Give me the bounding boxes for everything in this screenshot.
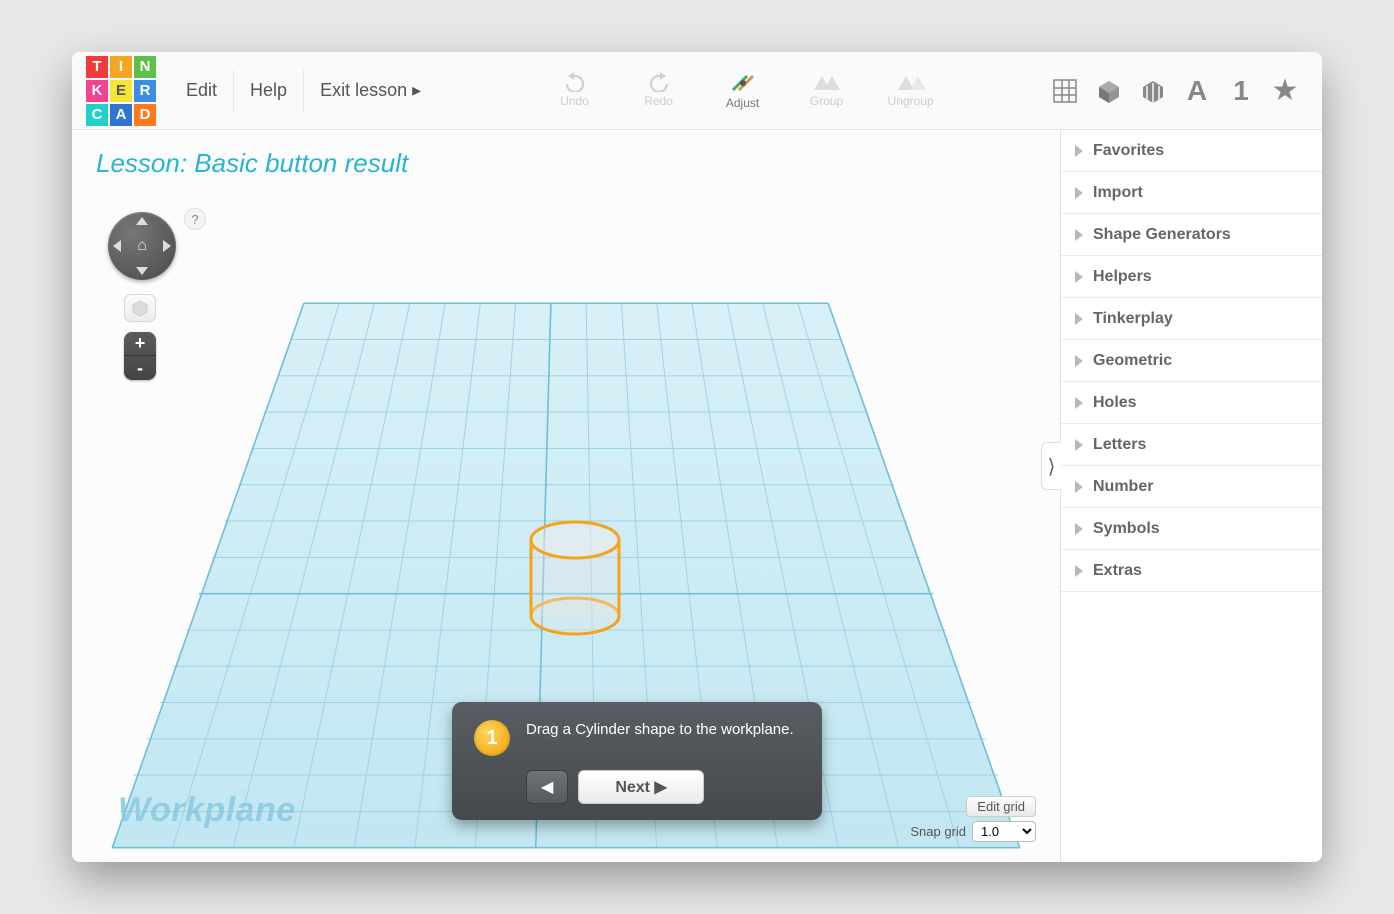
cat-label: Shape Generators bbox=[1093, 226, 1231, 244]
tab-box-icon[interactable] bbox=[1092, 74, 1126, 108]
tool-label: Undo bbox=[560, 94, 589, 108]
next-step-button[interactable]: Next ▶ bbox=[578, 770, 703, 804]
redo-button[interactable]: Redo bbox=[632, 72, 686, 108]
menu-exit-lesson[interactable]: Exit lesson ▸ bbox=[304, 70, 437, 111]
chevron-right-icon bbox=[1075, 439, 1083, 451]
tool-label: Group bbox=[810, 94, 843, 108]
lesson-instruction: Drag a Cylinder shape to the workplane. bbox=[526, 720, 794, 740]
cat-import[interactable]: Import bbox=[1061, 172, 1322, 214]
chevron-right-icon bbox=[1075, 145, 1083, 157]
menu-edit[interactable]: Edit bbox=[170, 70, 234, 111]
adjust-button[interactable]: Adjust bbox=[716, 72, 770, 110]
cat-holes[interactable]: Holes bbox=[1061, 382, 1322, 424]
chevron-right-icon bbox=[1075, 397, 1083, 409]
cat-label: Geometric bbox=[1093, 352, 1172, 370]
grid-controls: Edit grid Snap grid 1.0 bbox=[910, 796, 1036, 842]
cat-label: Helpers bbox=[1093, 268, 1152, 286]
cat-label: Number bbox=[1093, 478, 1153, 496]
tool-label: Ungroup bbox=[888, 94, 934, 108]
cat-label: Symbols bbox=[1093, 520, 1160, 538]
tool-label: Redo bbox=[644, 94, 673, 108]
orbit-right-icon[interactable] bbox=[163, 240, 171, 252]
panel-collapse-handle[interactable]: ⟩ bbox=[1041, 442, 1061, 490]
app-window: TIN KER CAD Edit Help Exit lesson ▸ Undo… bbox=[72, 52, 1322, 862]
shape-library-tabs: A 1 ★ bbox=[1048, 74, 1308, 108]
chevron-right-icon bbox=[1075, 523, 1083, 535]
cat-label: Letters bbox=[1093, 436, 1146, 454]
chevron-right-icon bbox=[1075, 187, 1083, 199]
step-badge: 1 bbox=[474, 720, 510, 756]
chevron-right-icon bbox=[1075, 229, 1083, 241]
orbit-up-icon[interactable] bbox=[136, 217, 148, 225]
undo-button[interactable]: Undo bbox=[548, 72, 602, 108]
adjust-icon bbox=[729, 72, 757, 94]
topbar: TIN KER CAD Edit Help Exit lesson ▸ Undo… bbox=[72, 52, 1322, 130]
cat-label: Favorites bbox=[1093, 142, 1164, 160]
tab-stripes-icon[interactable] bbox=[1136, 74, 1170, 108]
undo-icon bbox=[562, 72, 588, 92]
workplane-label: Workplane bbox=[118, 791, 296, 830]
cat-symbols[interactable]: Symbols bbox=[1061, 508, 1322, 550]
group-icon bbox=[812, 72, 842, 92]
orbit-control[interactable]: ⌂ bbox=[108, 212, 176, 280]
tool-label: Adjust bbox=[726, 96, 759, 110]
logo[interactable]: TIN KER CAD bbox=[86, 56, 156, 126]
home-icon[interactable]: ⌂ bbox=[137, 237, 147, 255]
cylinder-shape[interactable] bbox=[527, 520, 623, 636]
main: Lesson: Basic button result ⌂ ? bbox=[72, 130, 1322, 862]
chevron-right-icon bbox=[1075, 271, 1083, 283]
lesson-prefix: Lesson: bbox=[96, 148, 194, 178]
cat-extras[interactable]: Extras bbox=[1061, 550, 1322, 592]
chevron-right-icon bbox=[1075, 481, 1083, 493]
cat-helpers[interactable]: Helpers bbox=[1061, 256, 1322, 298]
cat-letters[interactable]: Letters bbox=[1061, 424, 1322, 466]
view-orb: ⌂ ? bbox=[108, 212, 176, 280]
cat-tinkerplay[interactable]: Tinkerplay bbox=[1061, 298, 1322, 340]
cat-number[interactable]: Number bbox=[1061, 466, 1322, 508]
cat-label: Holes bbox=[1093, 394, 1137, 412]
lesson-name: Basic button result bbox=[194, 148, 408, 178]
chevron-right-icon bbox=[1075, 565, 1083, 577]
edit-grid-button[interactable]: Edit grid bbox=[966, 796, 1036, 817]
shape-panel: Favorites Import Shape Generators Helper… bbox=[1060, 130, 1322, 862]
viewport[interactable]: ⌂ ? + - bbox=[82, 198, 1050, 852]
main-menu: Edit Help Exit lesson ▸ bbox=[170, 70, 437, 111]
tab-star-icon[interactable]: ★ bbox=[1268, 74, 1302, 108]
lesson-title: Lesson: Basic button result bbox=[72, 130, 1060, 179]
orbit-left-icon[interactable] bbox=[113, 240, 121, 252]
cat-label: Import bbox=[1093, 184, 1143, 202]
cat-shape-generators[interactable]: Shape Generators bbox=[1061, 214, 1322, 256]
tab-numbers-icon[interactable]: 1 bbox=[1224, 74, 1258, 108]
snap-grid-select[interactable]: 1.0 bbox=[972, 821, 1036, 842]
cat-geometric[interactable]: Geometric bbox=[1061, 340, 1322, 382]
cat-favorites[interactable]: Favorites bbox=[1061, 130, 1322, 172]
menu-help[interactable]: Help bbox=[234, 70, 304, 111]
group-button[interactable]: Group bbox=[800, 72, 854, 108]
cat-label: Tinkerplay bbox=[1093, 310, 1173, 328]
snap-grid-label: Snap grid bbox=[910, 824, 966, 839]
tab-letters-icon[interactable]: A bbox=[1180, 74, 1214, 108]
ungroup-button[interactable]: Ungroup bbox=[884, 72, 938, 108]
orb-help-button[interactable]: ? bbox=[184, 208, 206, 230]
redo-icon bbox=[646, 72, 672, 92]
prev-step-button[interactable]: ◀ bbox=[526, 770, 568, 804]
lesson-popover: 1 Drag a Cylinder shape to the workplane… bbox=[452, 702, 822, 820]
ungroup-icon bbox=[896, 72, 926, 92]
cat-label: Extras bbox=[1093, 562, 1142, 580]
canvas-area[interactable]: Lesson: Basic button result ⌂ ? bbox=[72, 130, 1060, 862]
chevron-right-icon bbox=[1075, 313, 1083, 325]
center-tools: Undo Redo Adjust Group Ungroup bbox=[548, 72, 938, 110]
chevron-right-icon bbox=[1075, 355, 1083, 367]
tab-grid-icon[interactable] bbox=[1048, 74, 1082, 108]
